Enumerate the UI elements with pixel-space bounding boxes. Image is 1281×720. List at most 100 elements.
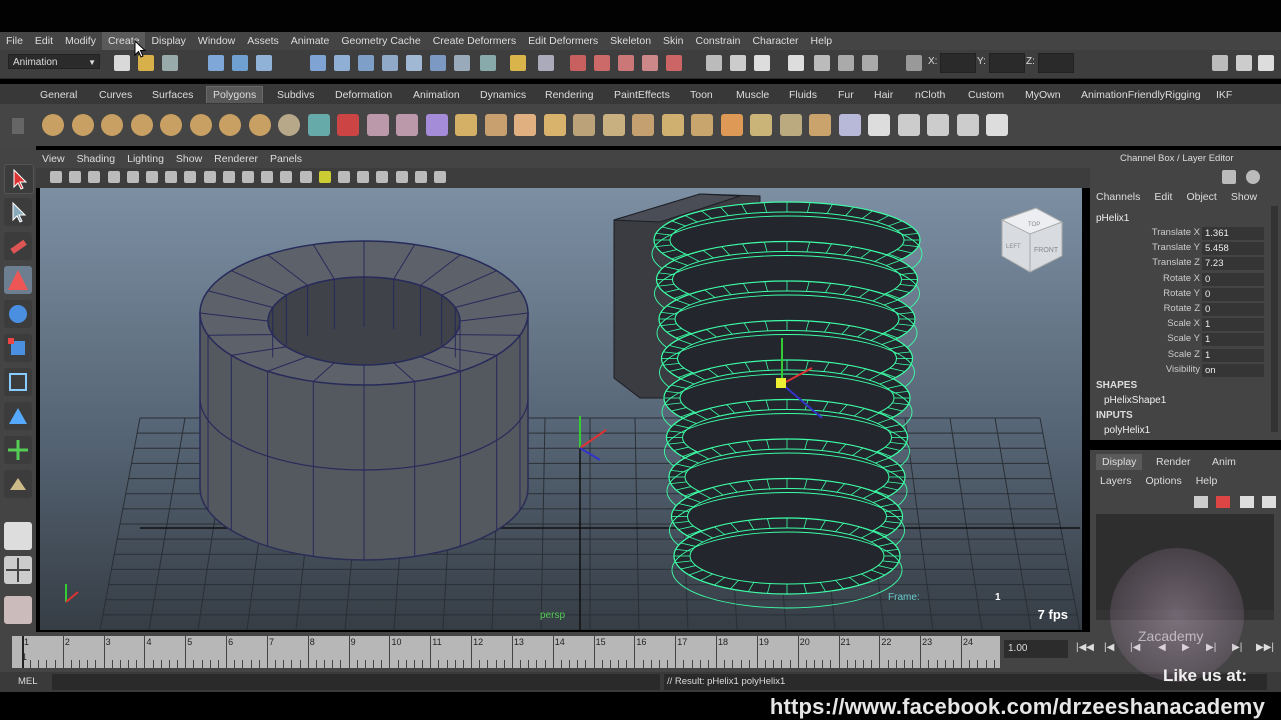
attr-row[interactable]: Rotate Z0 [1096,303,1264,317]
split-icon[interactable] [543,114,566,136]
current-time-field[interactable]: 1.00 [1004,640,1068,658]
tab-display[interactable]: Display [1096,454,1143,470]
shelf-tab-animationfriendlyrigging[interactable]: AnimationFriendlyRigging [1075,87,1207,103]
xray-components-icon[interactable] [434,171,446,183]
soccer-ball-icon[interactable] [278,114,300,136]
transform-mode-icon[interactable] [906,55,922,71]
mel-label[interactable]: MEL [18,676,38,687]
go-to-start-icon[interactable]: |◀◀ [1076,642,1094,653]
shelf-tab-ncloth[interactable]: nCloth [909,87,951,103]
bridge-icon[interactable] [484,114,507,136]
image-plane-icon[interactable] [107,171,120,183]
normals-icon[interactable] [779,114,802,136]
snap-view-icon[interactable] [382,55,398,71]
outliner-layout-icon[interactable] [4,596,32,624]
layers-menu[interactable]: Layers [1100,475,1132,487]
panel-menu-lighting[interactable]: Lighting [121,153,170,165]
menu-modify[interactable]: Modify [59,32,102,50]
channels-menu[interactable]: Channels [1096,191,1140,203]
uv-editor-icon[interactable] [720,114,743,136]
tool-settings-icon[interactable] [754,55,770,71]
channel-box-icon[interactable] [788,55,804,71]
attr-value[interactable]: 0 [1202,272,1264,286]
hypershade-icon[interactable] [618,55,634,71]
history-icon[interactable] [430,55,446,71]
wireframe-on-shaded-icon[interactable] [280,171,293,183]
input-line-icon[interactable] [706,55,722,71]
shadows-icon[interactable] [338,171,350,183]
snap-grid-icon[interactable] [310,55,326,71]
panel-menu-renderer[interactable]: Renderer [208,153,264,165]
plane-icon[interactable] [160,114,182,136]
construction-icon[interactable] [454,55,470,71]
save-scene-icon[interactable] [162,55,178,71]
shelf-tab-general[interactable]: General [34,87,83,103]
z-field[interactable] [1038,53,1074,73]
panel-menu-shading[interactable]: Shading [71,153,122,165]
shelf-tab-painteffects[interactable]: PaintEffects [608,87,676,103]
menu-file[interactable]: File [0,32,29,50]
checker-a-icon[interactable] [897,114,920,136]
xray-joints-icon[interactable] [414,171,427,183]
select-component-icon[interactable] [256,55,272,71]
chamfer-icon[interactable] [691,114,713,136]
shelf-tab-animation[interactable]: Animation [407,87,466,103]
step-back-icon[interactable]: |◀ [1104,642,1114,653]
attr-value[interactable]: 7.23 [1202,257,1264,271]
attr-row[interactable]: Translate Y 5.458 [1096,242,1264,256]
menu-edit-deformers[interactable]: Edit Deformers [522,32,604,50]
cone-icon[interactable] [130,114,153,136]
shelf-tab-surfaces[interactable]: Surfaces [146,87,199,103]
ipr-render-icon[interactable] [570,55,586,71]
view-cube[interactable]: TOP FRONT LEFT [1000,207,1064,273]
attr-row[interactable]: Scale Z1 [1096,348,1264,363]
snap-curve-icon[interactable] [334,55,350,71]
shelf-tab-curves[interactable]: Curves [93,87,138,103]
panel-menu-show[interactable]: Show [170,153,208,165]
channel-box-scrollbar[interactable] [1271,206,1278,432]
new-layer-icon[interactable] [1194,496,1208,508]
menu-window[interactable]: Window [192,32,241,50]
shelf-menu-icon[interactable] [12,118,24,134]
help-query-icon[interactable] [480,55,496,71]
shelf-tab-toon[interactable]: Toon [684,87,719,103]
checker-b-icon[interactable] [927,114,949,136]
booleans-icon[interactable] [396,114,418,136]
render-settings-icon[interactable] [594,55,610,71]
checker-c-icon[interactable] [956,114,979,136]
attr-value[interactable]: 1 [1202,318,1264,332]
last-tool-icon[interactable] [4,470,32,498]
show-menu[interactable]: Show [1231,191,1257,203]
insert-loop-icon[interactable] [573,114,595,136]
dope-icon[interactable] [862,55,878,71]
render-icon[interactable] [538,55,554,71]
panel-menu-panels[interactable]: Panels [264,153,308,165]
smooth-shade-icon[interactable] [261,171,274,183]
time-track[interactable]: 1 2 3 4 5 6 7 8 9 10 11 12 13 14 15 16 17 18 19 20 21 22 23 24 [12,636,1000,668]
bookmark-icon[interactable] [88,171,101,183]
attr-value[interactable]: 0 [1202,303,1264,316]
smooth-icon[interactable] [366,114,389,136]
menu-skeleton[interactable]: Skeleton [604,32,657,50]
menu-create-deformers[interactable]: Create Deformers [427,32,522,50]
help-menu[interactable]: Help [1196,475,1218,487]
append-icon[interactable] [514,114,536,136]
menu-constrain[interactable]: Constrain [689,32,746,50]
universal-manipulator-icon[interactable] [4,368,32,396]
attr-row[interactable]: Translate X 1.361 [1096,227,1264,241]
layout-single-icon[interactable] [4,522,32,550]
perspective-viewport[interactable]: TOP FRONT LEFT persp Frame: 1 7 fps [40,188,1082,630]
shelf-tab-fluids[interactable]: Fluids [783,87,823,103]
node-name[interactable]: pHelix1 [1096,213,1129,224]
camera-icon[interactable] [50,171,62,183]
attr-value[interactable]: 5.458 [1202,242,1264,256]
menu-edit[interactable]: Edit [29,32,59,50]
texture-icon[interactable] [750,114,772,136]
menu-display[interactable]: Display [145,32,191,50]
lock-camera-icon[interactable] [69,171,82,183]
show-attribute-editor-icon[interactable] [1212,55,1228,71]
move-tool-icon[interactable] [4,266,32,294]
new-scene-icon[interactable] [114,55,130,71]
soft-mod-icon[interactable] [4,402,32,430]
shelf-tab-fur[interactable]: Fur [832,87,860,103]
